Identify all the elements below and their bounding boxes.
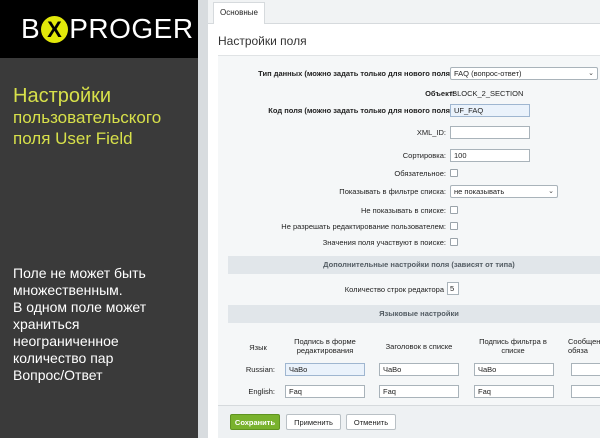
en-filter-caption-input[interactable]: Faq	[474, 385, 554, 398]
search-checkbox[interactable]	[450, 238, 458, 246]
promo-text-line: количество пар	[13, 350, 114, 366]
tab-main[interactable]: Основные	[213, 2, 265, 24]
data-type-value: FAQ (вопрос-ответ)	[454, 69, 522, 78]
promo-text-line: множественным.	[13, 282, 123, 298]
promo-text-line: Вопрос/Ответ	[13, 367, 103, 383]
form-footer: Сохранить Применить Отменить	[218, 405, 600, 438]
promo-title: Настройки пользовательского поля User Fi…	[13, 86, 193, 149]
hide-in-list-label: Не показывать в списке:	[360, 206, 446, 215]
search-label: Значения поля участвуют в поиске:	[322, 238, 446, 247]
ru-error-message-input[interactable]	[571, 363, 600, 376]
chevron-down-icon: ⌄	[548, 188, 554, 195]
filter-select[interactable]: не показывать ⌄	[450, 185, 558, 198]
language-settings-header: Языковые настройки	[228, 305, 600, 323]
lang-russian-label: Russian:	[245, 365, 275, 374]
filter-caption-col-header: Подпись фильтра в списке	[479, 337, 547, 355]
promo-title-line: поля User Field	[13, 129, 133, 148]
data-type-label: Тип данных (можно задать только для ново…	[258, 69, 455, 78]
lang-english-label: English:	[248, 387, 275, 396]
save-button[interactable]: Сохранить	[230, 414, 280, 430]
promo-text-line: В одном поле может	[13, 299, 147, 315]
lang-col-header: Язык	[249, 343, 267, 352]
logo-text-proger: PROGER	[69, 13, 194, 44]
ru-edit-caption-input[interactable]: ЧаВо	[285, 363, 365, 376]
promo-text-line: храниться	[13, 316, 80, 332]
en-list-title-input[interactable]: Faq	[379, 385, 459, 398]
tab-bar: Основные	[208, 0, 600, 24]
editor-rows-label: Количество строк редактора	[344, 285, 444, 294]
page-title: Настройки поля	[218, 34, 307, 48]
editor-rows-input[interactable]: 5	[447, 282, 459, 295]
filter-label: Показывать в фильтре списка:	[339, 187, 446, 196]
logo-text-b: B	[21, 13, 41, 44]
logo-x-icon: X	[41, 15, 69, 43]
cancel-button[interactable]: Отменить	[346, 414, 396, 430]
chevron-down-icon: ⌄	[588, 70, 594, 77]
en-edit-caption-input[interactable]: Faq	[285, 385, 365, 398]
logo-bar: B X PROGER	[0, 0, 198, 58]
additional-settings-header: Дополнительные настройки поля (зависят о…	[228, 256, 600, 274]
bxproger-logo: B X PROGER	[21, 13, 194, 45]
field-code-input[interactable]: UF_FAQ	[450, 104, 530, 117]
ru-filter-caption-input[interactable]: ЧаВо	[474, 363, 554, 376]
promo-text-line: неограниченное	[13, 333, 119, 349]
promo-title-line: Настройки	[13, 85, 112, 107]
list-title-col-header: Заголовок в списке	[385, 342, 453, 351]
data-type-select[interactable]: FAQ (вопрос-ответ) ⌄	[450, 67, 598, 80]
promo-panel: B X PROGER Настройки пользовательского п…	[0, 0, 198, 438]
promo-text-line: Поле не может быть	[13, 265, 146, 281]
object-value: IBLOCK_2_SECTION	[450, 89, 524, 98]
field-code-label: Код поля (можно задать только для нового…	[268, 106, 455, 115]
xml-id-input[interactable]	[450, 126, 530, 139]
promo-title-line: пользовательского	[13, 108, 162, 127]
en-error-message-input[interactable]	[571, 385, 600, 398]
filter-value: не показывать	[454, 187, 505, 196]
required-label: Обязательное:	[394, 169, 446, 178]
hide-in-list-checkbox[interactable]	[450, 206, 458, 214]
required-checkbox[interactable]	[450, 169, 458, 177]
settings-form: Тип данных (можно задать только для ново…	[218, 55, 600, 405]
xml-id-label: XML_ID:	[416, 128, 446, 137]
no-edit-label: Не разрешать редактирование пользователе…	[281, 222, 446, 231]
sort-label: Сортировка:	[402, 151, 446, 160]
admin-panel: Основные Настройки поля Тип данных (можн…	[198, 0, 600, 438]
error-message-col-header: Сообщение обяза	[568, 337, 600, 355]
ru-list-title-input[interactable]: ЧаВо	[379, 363, 459, 376]
apply-button[interactable]: Применить	[286, 414, 341, 430]
sort-input[interactable]: 100	[450, 149, 530, 162]
promo-text: Поле не может быть множественным. В одно…	[13, 265, 193, 384]
no-edit-checkbox[interactable]	[450, 222, 458, 230]
edit-caption-col-header: Подпись в форме редактирования	[294, 337, 356, 355]
